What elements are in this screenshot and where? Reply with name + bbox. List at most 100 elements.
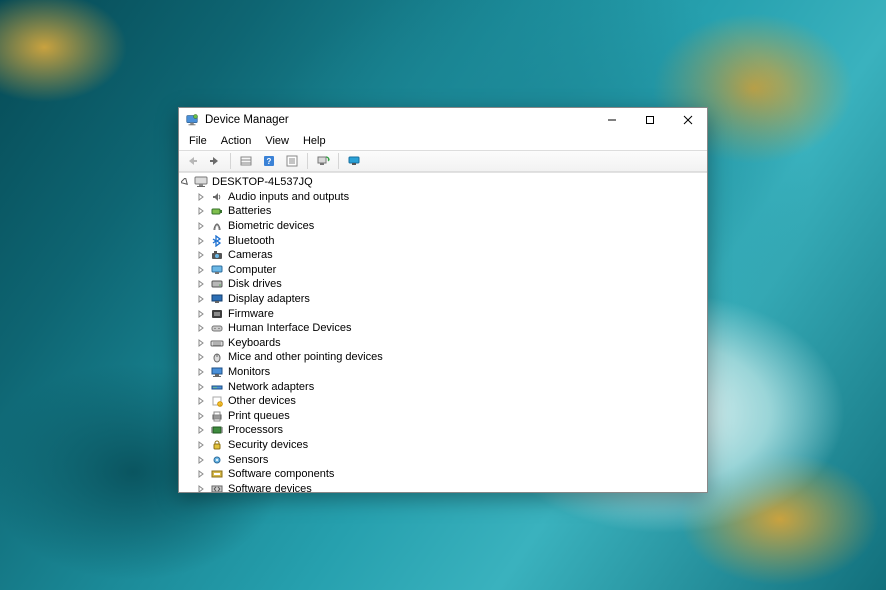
expand-icon[interactable] [197,353,209,361]
expand-icon[interactable] [197,222,209,230]
tree-node[interactable]: Security devices [181,438,707,453]
bluetooth-icon [209,235,225,247]
tree-node-label: Monitors [225,366,270,378]
tree-node[interactable]: Mice and other pointing devices [181,350,707,365]
mouse-icon [209,351,225,363]
sensor-icon [209,454,225,466]
tree-node[interactable]: Print queues [181,409,707,424]
expand-icon[interactable] [197,295,209,303]
tree-node[interactable]: Bluetooth [181,233,707,248]
tree-node-label: Display adapters [225,293,310,305]
tree-node-label: Cameras [225,249,273,261]
processor-icon [209,424,225,436]
tree-node[interactable]: Keyboards [181,336,707,351]
audio-icon [209,191,225,203]
expand-icon[interactable] [197,441,209,449]
expand-icon[interactable] [197,280,209,288]
expand-icon[interactable] [197,251,209,259]
computer-icon [193,176,209,188]
minimize-button[interactable] [593,108,631,132]
network-icon [209,381,225,393]
menu-action[interactable]: Action [215,134,258,148]
tree-node-label: Computer [225,264,276,276]
tree-node-label: Software devices [225,483,312,492]
security-icon [209,439,225,451]
tree-node-label: Network adapters [225,381,314,393]
tree-node-label: Mice and other pointing devices [225,351,383,363]
tree-node[interactable]: Software devices [181,481,707,492]
tree-node[interactable]: Batteries [181,204,707,219]
tree-node-label: Keyboards [225,337,281,349]
expand-icon[interactable] [197,412,209,420]
expand-icon[interactable] [197,266,209,274]
titlebar: Device Manager [179,108,707,132]
properties-button[interactable] [281,152,303,170]
tree-node-label: Batteries [225,205,271,217]
expand-icon[interactable] [197,368,209,376]
forward-button[interactable] [204,152,226,170]
expand-icon[interactable] [197,470,209,478]
view-devices-button[interactable] [343,152,365,170]
tree-node-label: Firmware [225,308,274,320]
tree-node[interactable]: !Other devices [181,394,707,409]
biometric-icon [209,220,225,232]
maximize-button[interactable] [631,108,669,132]
camera-icon [209,249,225,261]
close-button[interactable] [669,108,707,132]
tree-node-label: Audio inputs and outputs [225,191,349,203]
computer-icon [209,264,225,276]
display-icon [209,293,225,305]
battery-icon [209,205,225,217]
tree-node[interactable]: Monitors [181,365,707,380]
svg-text:?: ? [267,157,272,166]
expand-icon[interactable] [197,324,209,332]
hid-icon [209,322,225,334]
help-button[interactable]: ? [258,152,280,170]
tree-node[interactable]: Computer [181,263,707,278]
expand-icon[interactable] [197,397,209,405]
show-hidden-button[interactable] [235,152,257,170]
window-title: Device Manager [205,114,289,126]
tree-node[interactable]: Audio inputs and outputs [181,190,707,205]
expand-icon[interactable] [197,237,209,245]
back-button[interactable] [181,152,203,170]
tree-root-node[interactable]: DESKTOP-4L537JQ [181,175,707,190]
expand-icon[interactable] [197,207,209,215]
tree-node[interactable]: Sensors [181,452,707,467]
expand-icon[interactable] [197,426,209,434]
swcomp-icon [209,468,225,480]
tree-node-label: Biometric devices [225,220,314,232]
tree-node[interactable]: Network adapters [181,379,707,394]
menu-help[interactable]: Help [297,134,332,148]
tree-node[interactable]: Software components [181,467,707,482]
device-tree[interactable]: DESKTOP-4L537JQ Audio inputs and outputs… [179,172,707,492]
expand-icon[interactable] [197,193,209,201]
menu-file[interactable]: File [183,134,213,148]
tree-node[interactable]: Cameras [181,248,707,263]
tree-node[interactable]: Human Interface Devices [181,321,707,336]
expand-icon[interactable] [197,456,209,464]
tree-node-label: Bluetooth [225,235,274,247]
tree-node-label: Processors [225,424,283,436]
printer-icon [209,410,225,422]
tree-node[interactable]: Processors [181,423,707,438]
collapse-icon[interactable] [181,178,193,187]
tree-node-label: Disk drives [225,278,282,290]
device-manager-window: Device Manager File Action View Help [178,107,708,493]
expand-icon[interactable] [197,383,209,391]
tree-node[interactable]: Biometric devices [181,219,707,234]
tree-node-label: Print queues [225,410,290,422]
expand-icon[interactable] [197,310,209,318]
tree-node-label: Other devices [225,395,296,407]
scan-hardware-button[interactable] [312,152,334,170]
expand-icon[interactable] [197,339,209,347]
tree-node[interactable]: Display adapters [181,292,707,307]
tree-node[interactable]: Firmware [181,306,707,321]
desktop-wallpaper: Device Manager File Action View Help [0,0,886,590]
tree-node[interactable]: Disk drives [181,277,707,292]
menu-view[interactable]: View [259,134,295,148]
tree-node-label: Sensors [225,454,268,466]
toolbar: ? [179,150,707,172]
disk-icon [209,278,225,290]
expand-icon[interactable] [197,485,209,492]
